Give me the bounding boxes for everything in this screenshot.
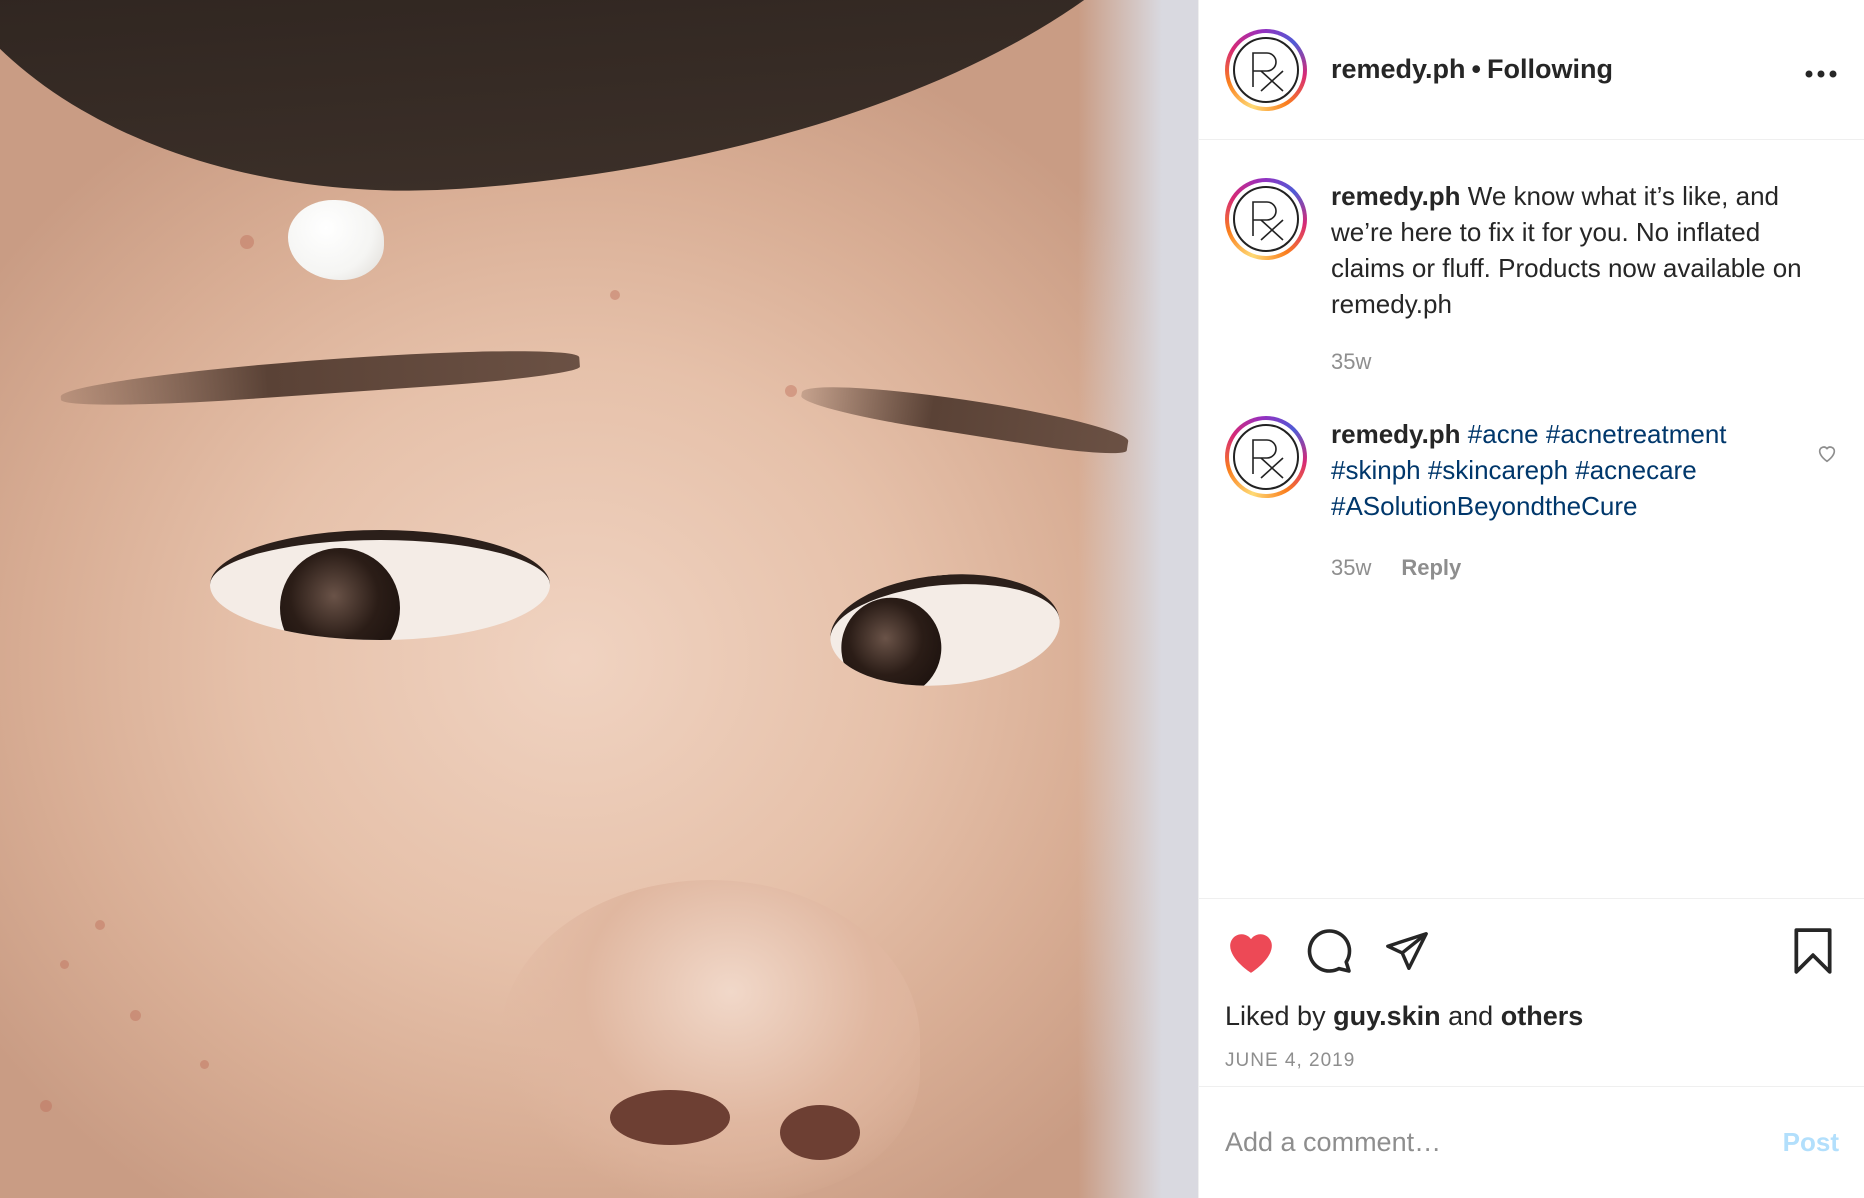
- comment-age[interactable]: 35w: [1331, 555, 1371, 580]
- rx-logo-icon: [1233, 36, 1299, 103]
- likes-summary: Liked by guy.skin and others: [1225, 1001, 1839, 1032]
- likes-prefix: Liked by: [1225, 1001, 1326, 1031]
- photo-blemish: [40, 1100, 52, 1112]
- add-comment-bar: Post: [1199, 1086, 1864, 1198]
- photo-right-eye: [825, 565, 1065, 695]
- header-title: remedy.ph • Following: [1331, 54, 1804, 85]
- photo-blemish: [95, 920, 105, 930]
- photo-hair: [0, 0, 1198, 226]
- caption-meta: 35w: [1331, 344, 1831, 380]
- post-side-panel: remedy.ph • Following remedy.ph We know …: [1198, 0, 1864, 1198]
- likes-conjunction: and: [1448, 1001, 1494, 1031]
- avatar[interactable]: [1225, 416, 1307, 498]
- header-username[interactable]: remedy.ph: [1331, 54, 1466, 84]
- post-header: remedy.ph • Following: [1199, 0, 1864, 140]
- photo-blemish: [60, 960, 69, 969]
- caption-age[interactable]: 35w: [1331, 349, 1371, 374]
- photo-nostril: [780, 1105, 860, 1160]
- photo-nose: [500, 880, 920, 1198]
- photo-blemish: [130, 1010, 141, 1021]
- comment-username[interactable]: remedy.ph: [1331, 419, 1461, 449]
- comment-like-icon[interactable]: [1816, 442, 1838, 464]
- photo-left-eye: [210, 530, 550, 640]
- heart-filled-icon[interactable]: [1225, 925, 1277, 977]
- comment-body: remedy.ph #acne #acnetreatment #skinph #…: [1331, 416, 1801, 586]
- more-options-icon[interactable]: [1804, 53, 1838, 87]
- photo-blemish: [610, 290, 620, 300]
- post-date[interactable]: JUNE 4, 2019: [1225, 1050, 1839, 1072]
- caption-username[interactable]: remedy.ph: [1331, 181, 1461, 211]
- header-separator: •: [1471, 54, 1481, 84]
- photo-nostril: [610, 1090, 730, 1145]
- post-button[interactable]: Post: [1783, 1127, 1839, 1158]
- liked-by-others[interactable]: others: [1501, 1001, 1584, 1031]
- avatar[interactable]: [1225, 178, 1307, 260]
- caption: remedy.ph We know what it’s like, and we…: [1225, 178, 1838, 380]
- avatar[interactable]: [1225, 28, 1307, 111]
- comment-meta: 35w Reply: [1331, 550, 1801, 586]
- caption-body: remedy.ph We know what it’s like, and we…: [1331, 178, 1831, 380]
- list-item: remedy.ph #acne #acnetreatment #skinph #…: [1225, 416, 1838, 586]
- photo-blemish: [200, 1060, 209, 1069]
- instagram-post: remedy.ph • Following remedy.ph We know …: [0, 0, 1864, 1198]
- photo-blemish: [785, 385, 797, 397]
- post-photo[interactable]: [0, 0, 1198, 1198]
- send-icon[interactable]: [1381, 925, 1433, 977]
- photo-left-eyebrow: [59, 341, 581, 413]
- photo-background: [1078, 0, 1198, 1198]
- bookmark-icon[interactable]: [1787, 925, 1839, 977]
- comment-input[interactable]: [1225, 1127, 1783, 1158]
- following-button[interactable]: Following: [1487, 54, 1613, 84]
- rx-logo-icon: [1233, 424, 1299, 490]
- comment-icon[interactable]: [1303, 925, 1355, 977]
- photo-blemish: [240, 235, 254, 249]
- reply-button[interactable]: Reply: [1401, 555, 1461, 580]
- rx-logo-icon: [1233, 186, 1299, 252]
- photo-cream-dollop: [288, 200, 384, 280]
- liked-by-user[interactable]: guy.skin: [1333, 1001, 1441, 1031]
- action-icons: [1225, 921, 1839, 981]
- action-bar: Liked by guy.skin and others JUNE 4, 201…: [1199, 898, 1864, 1072]
- comments-list: remedy.ph We know what it’s like, and we…: [1199, 178, 1864, 586]
